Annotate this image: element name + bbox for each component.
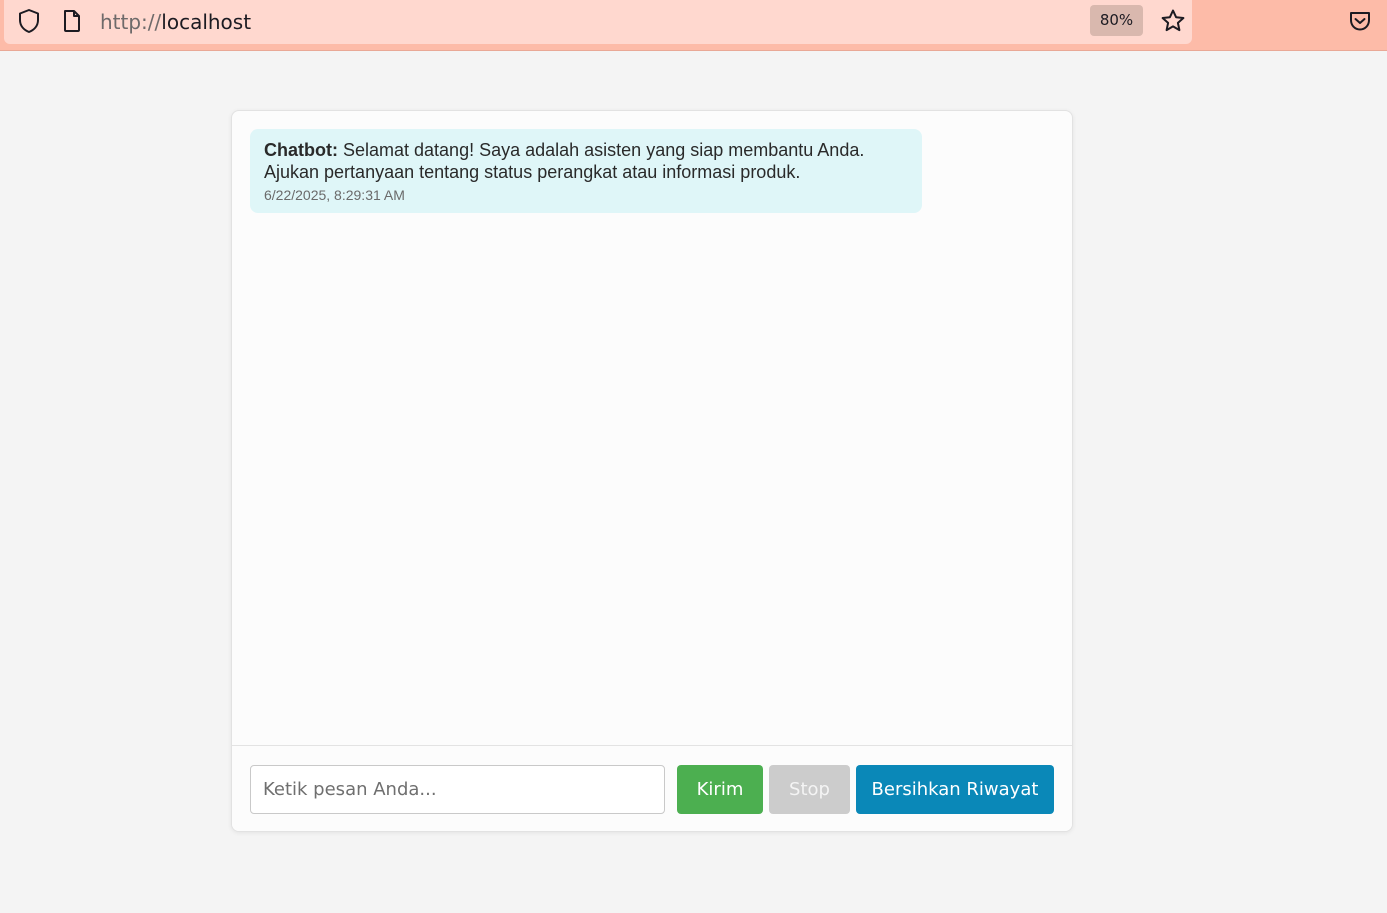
- message-timestamp: 6/22/2025, 8:29:31 AM: [264, 187, 405, 203]
- clear-history-button[interactable]: Bersihkan Riwayat: [856, 765, 1054, 814]
- chat-container: Chatbot: Selamat datang! Saya adalah asi…: [231, 110, 1073, 832]
- browser-toolbar: http://localhost 80%: [0, 0, 1387, 51]
- url-text[interactable]: http://localhost: [100, 8, 251, 36]
- star-icon[interactable]: [1158, 5, 1188, 36]
- message-input[interactable]: [250, 765, 665, 814]
- shield-icon[interactable]: [16, 6, 42, 36]
- page-icon[interactable]: [60, 6, 84, 36]
- pocket-icon[interactable]: [1345, 6, 1375, 36]
- input-row: Kirim Stop Bersihkan Riwayat: [232, 745, 1072, 831]
- address-bar[interactable]: http://localhost 80%: [4, 0, 1192, 44]
- url-host: localhost: [161, 10, 252, 34]
- message-body: Selamat datang! Saya adalah asisten yang…: [264, 140, 865, 182]
- message-text: Chatbot: Selamat datang! Saya adalah asi…: [264, 139, 908, 183]
- zoom-level-badge[interactable]: 80%: [1090, 5, 1143, 36]
- stop-button[interactable]: Stop: [769, 765, 850, 814]
- bot-message: Chatbot: Selamat datang! Saya adalah asi…: [250, 129, 922, 213]
- url-scheme: http://: [100, 10, 162, 34]
- messages-area[interactable]: Chatbot: Selamat datang! Saya adalah asi…: [232, 111, 1072, 745]
- message-sender: Chatbot:: [264, 140, 338, 160]
- send-button[interactable]: Kirim: [677, 765, 763, 814]
